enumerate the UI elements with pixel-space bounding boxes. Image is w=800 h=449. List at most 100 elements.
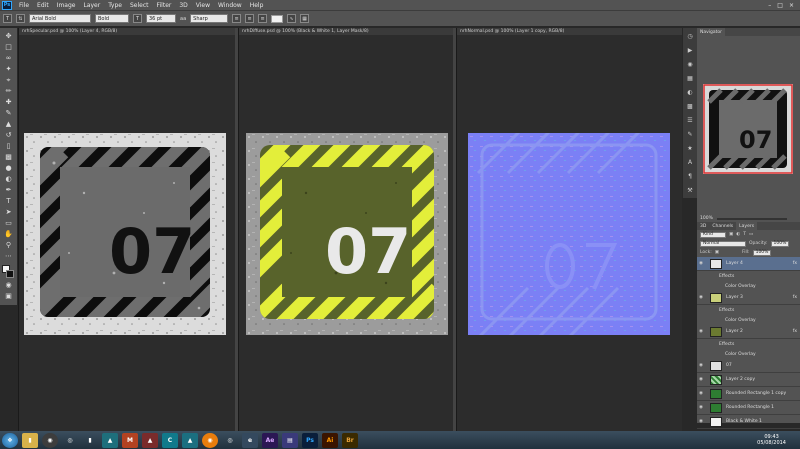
- shape-tool-icon[interactable]: ▭: [2, 218, 15, 228]
- effects-row[interactable]: Effects: [697, 271, 800, 281]
- fill-field[interactable]: 100%: [752, 249, 771, 256]
- font-size-select[interactable]: 36 pt: [146, 14, 176, 23]
- blur-tool-icon[interactable]: ●: [2, 163, 15, 173]
- path-select-tool-icon[interactable]: ➤: [2, 207, 15, 217]
- type-tool-icon-box[interactable]: T: [2, 196, 15, 206]
- filter-pixel-icon[interactable]: ▣: [729, 232, 733, 237]
- menu-file[interactable]: File: [15, 2, 33, 9]
- tab-normal[interactable]: nrhNormal.psd @ 100% (Layer 1 copy, RGB/…: [457, 28, 682, 35]
- fx-badge[interactable]: fx: [793, 329, 800, 334]
- 3d-app-icon[interactable]: ▲: [102, 432, 118, 448]
- history-icon[interactable]: ◷: [686, 32, 695, 41]
- clone-stamp-tool-icon[interactable]: ▲: [2, 119, 15, 129]
- lock-icon[interactable]: ▣: [715, 250, 719, 255]
- eye-icon[interactable]: ◉: [699, 391, 706, 396]
- layer-row[interactable]: ◉ Layer 2 copy: [697, 373, 800, 387]
- blender-icon[interactable]: ◉: [202, 432, 218, 448]
- font-style-select[interactable]: Bold: [95, 14, 129, 23]
- swatches-icon[interactable]: ▦: [686, 74, 695, 83]
- eye-icon[interactable]: ◉: [699, 377, 706, 382]
- menu-edit[interactable]: Edit: [33, 2, 53, 9]
- styles-icon[interactable]: ▩: [686, 102, 695, 111]
- fx-badge[interactable]: fx: [793, 261, 800, 266]
- history-brush-tool-icon[interactable]: ↺: [2, 130, 15, 140]
- photoshop-taskbar-icon[interactable]: Ps: [302, 432, 318, 448]
- tab-diffuse[interactable]: nrhDiffuse.psd @ 100% (Black & White 1, …: [239, 28, 453, 35]
- start-button-icon[interactable]: ❖: [2, 432, 18, 448]
- layer-row[interactable]: ◉ 07: [697, 359, 800, 373]
- align-left-icon[interactable]: ≡: [232, 14, 242, 23]
- gradient-tool-icon[interactable]: ▩: [2, 152, 15, 162]
- menu-window[interactable]: Window: [214, 2, 246, 9]
- menu-3d[interactable]: 3D: [175, 2, 191, 9]
- marquee-tool-icon[interactable]: □: [2, 42, 15, 52]
- effect-row[interactable]: Color Overlay: [697, 349, 800, 359]
- filter-adjust-icon[interactable]: ◐: [736, 232, 740, 237]
- warp-text-icon[interactable]: ∿: [287, 14, 297, 23]
- brush-presets-icon[interactable]: ✎: [686, 130, 695, 139]
- dodge-tool-icon[interactable]: ◐: [2, 174, 15, 184]
- properties-icon[interactable]: ☰: [686, 116, 695, 125]
- document-diffuse[interactable]: nrhDiffuse.psd @ 100% (Black & White 1, …: [238, 28, 453, 431]
- minimize-icon[interactable]: –: [768, 2, 771, 9]
- document-icon[interactable]: ▤: [282, 432, 298, 448]
- unity-icon[interactable]: ◎: [222, 433, 238, 448]
- effect-row[interactable]: Color Overlay: [697, 281, 800, 291]
- align-right-icon[interactable]: ≡: [258, 14, 268, 23]
- disc-app-icon[interactable]: ◎: [62, 433, 78, 448]
- illustrator-icon[interactable]: Ai: [322, 432, 338, 448]
- mudbox-icon[interactable]: ▲: [182, 432, 198, 448]
- menu-filter[interactable]: Filter: [153, 2, 176, 9]
- eyedropper-tool-icon[interactable]: ✏: [2, 86, 15, 96]
- layer-row[interactable]: ◉ Layer 3 fx: [697, 291, 800, 305]
- menu-select[interactable]: Select: [126, 2, 153, 9]
- character-panel-icon[interactable]: ▦: [300, 14, 310, 23]
- tab-specular[interactable]: nrhSpecular.psd @ 100% (Layer 4, RGB/8): [19, 28, 235, 35]
- hand-tool-icon[interactable]: ✋: [2, 229, 15, 239]
- eye-icon[interactable]: ◉: [699, 405, 706, 410]
- e-app-icon[interactable]: e: [242, 432, 258, 448]
- tool-presets-icon[interactable]: ⚒: [686, 186, 695, 195]
- eye-icon[interactable]: ◉: [699, 261, 706, 266]
- color-icon[interactable]: ◉: [686, 60, 695, 69]
- effects-row[interactable]: Effects: [697, 339, 800, 349]
- text-orientation-icon[interactable]: ⇅: [16, 14, 25, 23]
- clone-source-icon[interactable]: ★: [686, 144, 695, 153]
- quick-select-tool-icon[interactable]: ✦: [2, 64, 15, 74]
- usb-app-icon[interactable]: ▮: [82, 433, 98, 448]
- adjustments-icon[interactable]: ◐: [686, 88, 695, 97]
- bridge-icon[interactable]: Br: [342, 432, 358, 448]
- tab-3d[interactable]: 3D: [697, 222, 709, 230]
- brush-tool-icon[interactable]: ✎: [2, 108, 15, 118]
- tab-layers[interactable]: Layers: [736, 222, 758, 230]
- tab-navigator[interactable]: Navigator: [697, 28, 726, 36]
- chrome-icon[interactable]: ◉: [42, 432, 58, 448]
- type-tool-icon[interactable]: T: [3, 14, 12, 23]
- edit-toolbar-icon[interactable]: ⋯: [2, 251, 15, 261]
- file-explorer-icon[interactable]: ▮: [22, 432, 38, 448]
- effects-row[interactable]: Effects: [697, 305, 800, 315]
- layer-row[interactable]: ◉ Black & White 1: [697, 415, 800, 429]
- after-effects-icon[interactable]: Ae: [262, 432, 278, 448]
- antialias-select[interactable]: Sharp: [190, 14, 229, 23]
- character-icon[interactable]: A: [686, 158, 695, 167]
- max-icon[interactable]: ▲: [142, 432, 158, 448]
- layer-row[interactable]: ◉ Layer 2 fx: [697, 325, 800, 339]
- pen-tool-icon[interactable]: ✒: [2, 185, 15, 195]
- filter-kind-select[interactable]: Kind: [700, 231, 726, 238]
- lasso-tool-icon[interactable]: ∞: [2, 53, 15, 63]
- eraser-tool-icon[interactable]: ▯: [2, 141, 15, 151]
- move-tool-icon[interactable]: ✥: [2, 31, 15, 41]
- close-icon[interactable]: ×: [789, 2, 794, 9]
- screen-mode-icon[interactable]: ▣: [2, 291, 15, 301]
- menu-type[interactable]: Type: [104, 2, 126, 9]
- navigator-zoom-slider[interactable]: [717, 218, 787, 220]
- color-swatches[interactable]: [2, 265, 15, 279]
- layer-row[interactable]: ◉ Rounded Rectangle 1: [697, 401, 800, 415]
- maya-icon[interactable]: M: [122, 432, 138, 448]
- filter-type-icon[interactable]: T: [743, 232, 746, 237]
- fx-badge[interactable]: fx: [793, 295, 800, 300]
- document-specular[interactable]: nrhSpecular.psd @ 100% (Layer 4, RGB/8): [18, 28, 235, 431]
- text-color-swatch[interactable]: [271, 14, 284, 23]
- eye-icon[interactable]: ◉: [699, 363, 706, 368]
